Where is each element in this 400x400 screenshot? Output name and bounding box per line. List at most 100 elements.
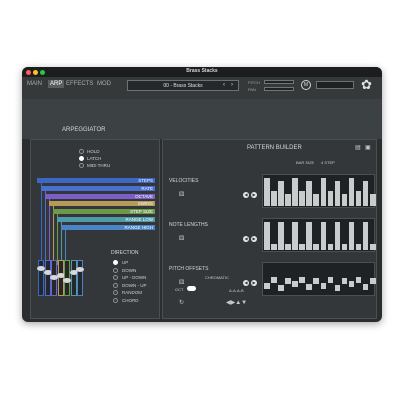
param-slider[interactable] — [76, 260, 84, 296]
save-icon[interactable]: ▣ — [365, 145, 371, 151]
tab-arp[interactable]: ARP — [48, 80, 65, 88]
shift-right-icon[interactable]: ▶ — [251, 236, 257, 242]
step-bar[interactable] — [334, 285, 341, 292]
step-bar[interactable] — [292, 281, 298, 288]
shift-left-icon[interactable]: ◀ — [243, 280, 249, 286]
step-bar[interactable] — [285, 278, 291, 285]
step-bar[interactable] — [271, 190, 277, 206]
step-bar[interactable] — [341, 193, 348, 206]
step-bar[interactable] — [313, 243, 319, 250]
step-bar[interactable] — [355, 277, 362, 283]
step-bar[interactable] — [313, 193, 319, 206]
step-bar[interactable] — [320, 178, 327, 206]
step-bar[interactable] — [369, 193, 376, 206]
step-bar[interactable] — [348, 222, 355, 250]
step-bar[interactable] — [285, 243, 291, 250]
randomize-icon[interactable]: ⚄ — [179, 192, 184, 198]
refresh-icon[interactable]: ↻ — [179, 300, 184, 306]
step-bar[interactable] — [306, 284, 312, 290]
radio-direction-chord[interactable] — [113, 297, 118, 303]
radio-hold[interactable] — [79, 149, 84, 154]
step-bar[interactable] — [292, 222, 298, 250]
step-bar[interactable] — [369, 278, 376, 285]
radio-direction-down[interactable] — [113, 267, 118, 273]
step-bar[interactable] — [362, 181, 369, 206]
step-bar[interactable] — [320, 282, 327, 289]
step-bar[interactable] — [306, 222, 312, 250]
step-bar[interactable] — [327, 243, 334, 250]
folder-icon[interactable]: ▤ — [355, 145, 361, 151]
step-bar[interactable] — [264, 178, 270, 206]
randomize-icon[interactable]: ⚄ — [179, 236, 184, 242]
param-slider[interactable] — [69, 260, 78, 296]
step-bar[interactable] — [327, 277, 334, 283]
param-bar-swing[interactable]: SWING — [49, 201, 155, 207]
param-slider[interactable] — [50, 260, 58, 296]
shift-left-icon[interactable]: ◀ — [243, 236, 249, 242]
step-grid[interactable] — [262, 262, 376, 296]
radio-direction-down-up[interactable] — [113, 282, 118, 288]
radio-direction-up-down[interactable] — [113, 275, 118, 280]
step-bar[interactable] — [292, 178, 298, 206]
tab-effects[interactable]: EFFECTS — [66, 81, 93, 87]
pitch-slider[interactable] — [264, 80, 294, 84]
gear-icon[interactable]: ✿ — [361, 78, 372, 91]
scale-select[interactable]: CHROMATIC — [205, 275, 229, 280]
step-bar[interactable] — [264, 222, 270, 250]
step-grid[interactable] — [262, 174, 376, 208]
step-bar[interactable] — [334, 222, 341, 250]
step-bar[interactable] — [278, 285, 284, 292]
shift-left-icon[interactable]: ◀ — [243, 192, 249, 198]
step-bar[interactable] — [327, 190, 334, 206]
param-bar-octave[interactable]: OCTAVE — [45, 193, 155, 199]
step-bar[interactable] — [348, 281, 355, 288]
step-bar[interactable] — [299, 277, 305, 283]
step-bar[interactable] — [362, 222, 369, 250]
m-button[interactable]: M — [301, 80, 311, 90]
param-slider[interactable] — [63, 260, 71, 296]
radio-direction-random[interactable] — [113, 290, 118, 295]
param-bar-rate[interactable]: RATE — [41, 185, 155, 191]
step-bar[interactable] — [355, 243, 362, 250]
shift-right-icon[interactable]: ▶ — [251, 192, 257, 198]
step-bar[interactable] — [355, 190, 362, 206]
tab-main[interactable]: MAIN — [27, 81, 42, 87]
step-bar[interactable] — [278, 181, 284, 206]
randomize-icon[interactable]: ⚄ — [179, 280, 184, 286]
step-bar[interactable] — [264, 282, 270, 289]
preset-next-button[interactable]: › — [231, 82, 233, 88]
param-bar-range-high[interactable]: RANGE HIGH — [61, 224, 155, 230]
tab-mod[interactable]: MOD — [97, 81, 111, 87]
step-bar[interactable] — [348, 178, 355, 206]
radio-latch[interactable] — [79, 156, 84, 161]
slider-knob[interactable] — [76, 267, 84, 272]
preset-prev-button[interactable]: ‹ — [223, 82, 225, 88]
step-bar[interactable] — [313, 278, 319, 285]
step-bar[interactable] — [369, 243, 376, 250]
step-bar[interactable] — [278, 222, 284, 250]
param-bar-step-size[interactable]: STEP SIZE — [53, 209, 155, 215]
step-bar[interactable] — [285, 193, 291, 206]
step-bar[interactable] — [299, 243, 305, 250]
step-grid[interactable] — [262, 218, 376, 252]
transport-icons[interactable]: ◀▶▲▼ — [226, 300, 247, 306]
param-bar-range-low[interactable]: RANGE LOW — [57, 217, 155, 222]
step-bar[interactable] — [334, 181, 341, 206]
oct-toggle[interactable] — [187, 286, 196, 291]
param-slider[interactable] — [37, 260, 45, 296]
param-bar-steps[interactable]: STEPS — [37, 178, 155, 183]
param-slider[interactable] — [56, 260, 65, 296]
step-bar[interactable] — [271, 277, 277, 283]
step-bar[interactable] — [271, 243, 277, 250]
pan-slider[interactable] — [264, 87, 294, 91]
step-bar[interactable] — [299, 190, 305, 206]
step-bar[interactable] — [341, 243, 348, 250]
radio-midi-thru[interactable] — [79, 163, 84, 168]
preset-selector[interactable]: 00 - Brass Stacks ‹ › — [127, 80, 239, 91]
step-bar[interactable] — [362, 284, 369, 290]
shift-right-icon[interactable]: ▶ — [251, 280, 257, 286]
step-bar[interactable] — [320, 222, 327, 250]
radio-direction-up[interactable] — [113, 260, 118, 265]
step-bar[interactable] — [341, 278, 348, 285]
step-bar[interactable] — [306, 181, 312, 206]
